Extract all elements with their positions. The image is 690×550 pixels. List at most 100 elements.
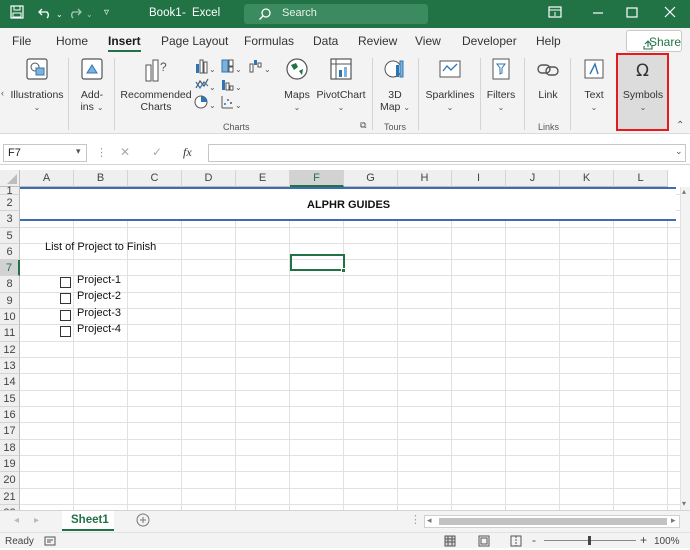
- maximize-icon[interactable]: [626, 5, 638, 22]
- row-header-11[interactable]: 11: [0, 325, 20, 342]
- customize-toolbar-icon[interactable]: ▿: [104, 7, 109, 18]
- row-header-13[interactable]: 13: [0, 358, 20, 374]
- worksheet-grid[interactable]: ABCDEFGHIJKL 1 2 3 5 6 7 8 9 10 11 12 13 14 15 16 17 18 1…: [0, 170, 690, 510]
- next-sheet-icon[interactable]: ▸: [34, 515, 39, 526]
- pie-chart-icon[interactable]: ⌄: [194, 94, 216, 113]
- row-header-12[interactable]: 12: [0, 342, 20, 358]
- link-button[interactable]: Link: [530, 57, 566, 101]
- maps-button[interactable]: Maps ⌄: [280, 57, 314, 113]
- illustrations-button[interactable]: Illustrations ⌄: [8, 57, 66, 113]
- row-header-10[interactable]: 10: [0, 309, 20, 325]
- scroll-left-icon[interactable]: ◂: [427, 515, 432, 526]
- row-header-18[interactable]: 18: [0, 440, 20, 456]
- column-header-c[interactable]: C: [128, 170, 182, 187]
- row-header-1[interactable]: 1: [0, 186, 20, 197]
- tab-data[interactable]: Data: [313, 34, 338, 48]
- formula-input[interactable]: ⌄: [208, 144, 686, 162]
- sparklines-button[interactable]: Sparklines ⌄: [424, 57, 476, 113]
- zoom-out-button[interactable]: -: [532, 533, 536, 547]
- insert-function-icon[interactable]: fx: [183, 145, 192, 160]
- column-header-g[interactable]: G: [344, 170, 398, 187]
- project-4-checkbox[interactable]: [60, 326, 71, 337]
- row-header-2[interactable]: 2: [0, 195, 20, 211]
- close-icon[interactable]: [664, 5, 676, 22]
- row-header-21[interactable]: 21: [0, 489, 20, 505]
- name-box[interactable]: F7 ▾: [3, 144, 87, 162]
- tab-home[interactable]: Home: [56, 34, 88, 48]
- column-header-d[interactable]: D: [182, 170, 236, 187]
- tab-developer[interactable]: Developer: [462, 34, 517, 48]
- collapse-ribbon-icon[interactable]: ⌃: [676, 120, 684, 131]
- scatter-chart-icon[interactable]: ⌄: [220, 94, 242, 113]
- project-3-checkbox[interactable]: [60, 310, 71, 321]
- row-header-7[interactable]: 7: [0, 260, 20, 276]
- dialog-launcher-icon[interactable]: ⧉: [360, 120, 366, 131]
- filters-button[interactable]: Filters ⌄: [484, 57, 518, 113]
- waterfall-chart-icon[interactable]: ⌄: [248, 58, 272, 77]
- save-icon[interactable]: [10, 5, 24, 22]
- row-header-20[interactable]: 20: [0, 472, 20, 489]
- column-header-b[interactable]: B: [74, 170, 128, 187]
- column-header-j[interactable]: J: [506, 170, 560, 187]
- prev-sheet-icon[interactable]: ◂: [14, 515, 19, 526]
- scroll-right-icon[interactable]: ▸: [671, 515, 676, 526]
- undo-icon[interactable]: [38, 5, 52, 22]
- 3d-map-button[interactable]: 3D Map ⌄: [376, 57, 414, 113]
- share-button[interactable]: Share: [626, 30, 682, 52]
- column-header-l[interactable]: L: [614, 170, 668, 187]
- tab-help[interactable]: Help: [536, 34, 561, 48]
- ribbon-scroll-left-icon[interactable]: ‹: [1, 88, 4, 98]
- tab-page-layout[interactable]: Page Layout: [161, 34, 228, 48]
- scroll-up-icon[interactable]: ▴: [682, 187, 686, 196]
- column-chart-icon[interactable]: ⌄: [194, 58, 216, 77]
- row-header-5[interactable]: 5: [0, 228, 20, 244]
- row-header-9[interactable]: 9: [0, 293, 20, 309]
- ribbon-display-options-icon[interactable]: [548, 5, 562, 22]
- horizontal-scroll-thumb[interactable]: [439, 518, 667, 525]
- column-header-h[interactable]: H: [398, 170, 452, 187]
- zoom-in-button[interactable]: +: [640, 533, 647, 547]
- enter-icon[interactable]: ✓: [152, 145, 162, 159]
- plus-icon[interactable]: [136, 513, 150, 530]
- line-chart-icon[interactable]: ⌄: [194, 76, 216, 95]
- undo-dropdown-icon[interactable]: ⌄: [56, 10, 63, 19]
- tab-file[interactable]: File: [12, 34, 31, 48]
- symbols-button[interactable]: Ω Symbols ⌄: [618, 57, 668, 113]
- zoom-level[interactable]: 100%: [654, 536, 680, 547]
- expand-formula-bar-icon[interactable]: ⌄: [675, 146, 683, 157]
- row-header-16[interactable]: 16: [0, 407, 20, 423]
- column-header-k[interactable]: K: [560, 170, 614, 187]
- row-header-6[interactable]: 6: [0, 244, 20, 260]
- pivotchart-button[interactable]: PivotChart ⌄: [314, 57, 368, 113]
- column-header-a[interactable]: A: [20, 170, 74, 187]
- selected-cell[interactable]: [290, 254, 345, 271]
- row-header-14[interactable]: 14: [0, 374, 20, 391]
- hierarchy-chart-icon[interactable]: ⌄: [220, 58, 242, 77]
- text-button[interactable]: Text ⌄: [576, 57, 612, 113]
- search-box[interactable]: Search: [244, 4, 428, 24]
- tab-review[interactable]: Review: [358, 34, 397, 48]
- row-header-19[interactable]: 19: [0, 456, 20, 472]
- statistic-chart-icon[interactable]: ⌄: [220, 76, 242, 95]
- tab-insert[interactable]: Insert: [108, 34, 141, 48]
- chevron-down-icon[interactable]: ▾: [76, 146, 81, 157]
- recommended-charts-button[interactable]: ? Recommended Charts: [118, 57, 194, 113]
- tab-view[interactable]: View: [415, 34, 441, 48]
- add-ins-button[interactable]: Add- ins ⌄: [74, 57, 110, 113]
- row-header-17[interactable]: 17: [0, 423, 20, 440]
- column-header-e[interactable]: E: [236, 170, 290, 187]
- column-header-f[interactable]: F: [290, 170, 344, 187]
- minimize-icon[interactable]: [592, 5, 604, 22]
- project-2-checkbox[interactable]: [60, 293, 71, 304]
- redo-icon[interactable]: [68, 5, 82, 22]
- project-1-checkbox[interactable]: [60, 277, 71, 288]
- redo-dropdown-icon[interactable]: ⌄: [86, 10, 93, 19]
- row-header-15[interactable]: 15: [0, 391, 20, 407]
- cancel-icon[interactable]: ✕: [120, 145, 130, 159]
- horizontal-scrollbar[interactable]: ◂ ▸: [424, 515, 680, 528]
- vertical-scrollbar[interactable]: ▴ ▾: [680, 187, 690, 510]
- tab-formulas[interactable]: Formulas: [244, 34, 294, 48]
- zoom-slider-thumb[interactable]: [588, 536, 591, 545]
- sheet-tab-sheet1[interactable]: Sheet1: [62, 511, 114, 531]
- row-header-8[interactable]: 8: [0, 276, 20, 293]
